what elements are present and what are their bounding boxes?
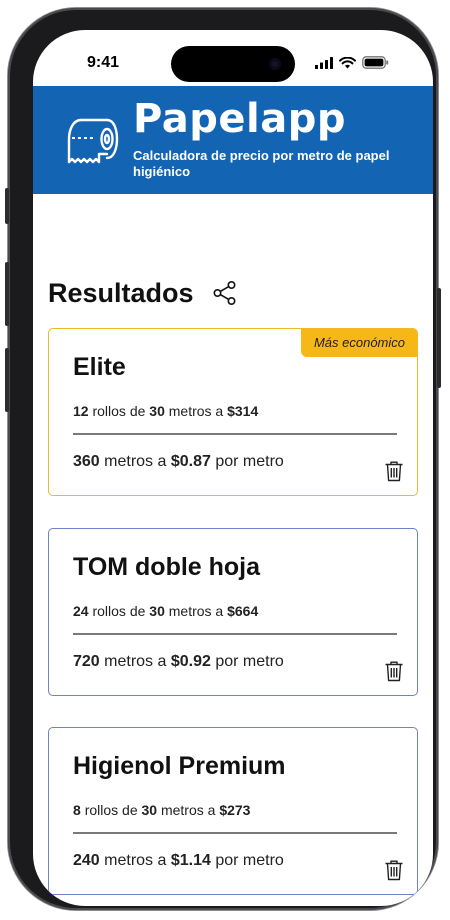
total-meters: 240 xyxy=(73,852,100,869)
pack-price: $273 xyxy=(219,802,251,818)
total-meters: 720 xyxy=(73,653,100,670)
cheapest-badge: Más económico xyxy=(300,329,417,357)
per-meter-label: por metro xyxy=(215,453,284,470)
meters-label: metros a xyxy=(104,852,167,869)
meters-at-label: metros a xyxy=(168,603,224,619)
volume-up-button xyxy=(5,262,9,326)
meters-at-label: metros a xyxy=(160,802,216,818)
pack-price: $664 xyxy=(227,603,259,619)
results-title: Resultados xyxy=(48,278,194,308)
price-per-meter: $0.87 xyxy=(170,453,211,470)
price-per-meter-line: 360 metros a $0.87 por metro xyxy=(73,453,284,471)
rolls-count: 24 xyxy=(73,603,89,619)
price-per-meter-line: 240 metros a $1.14 por metro xyxy=(73,852,284,870)
price-per-meter: $1.14 xyxy=(170,852,211,869)
action-button xyxy=(5,188,9,224)
product-name: Elite xyxy=(73,353,126,381)
rolls-label: rollos de xyxy=(84,802,138,818)
card-divider xyxy=(73,832,397,834)
rolls-label: rollos de xyxy=(92,603,146,619)
pack-details: 12 rollos de 30 metros a $314 xyxy=(73,403,258,419)
signal-icon xyxy=(315,56,333,69)
total-meters: 360 xyxy=(73,453,100,470)
meters-label: metros a xyxy=(104,653,167,670)
rolls-count: 12 xyxy=(73,403,89,419)
card-divider xyxy=(73,433,397,435)
volume-down-button xyxy=(5,348,9,412)
result-card: Más económico Elite 12 rollos de 30 metr… xyxy=(48,328,418,496)
toilet-paper-icon xyxy=(67,118,119,164)
share-icon[interactable] xyxy=(212,280,238,306)
trash-icon[interactable] xyxy=(384,859,404,881)
status-bar: 9:41 xyxy=(33,30,433,88)
app-subtitle: Calculadora de precio por metro de papel… xyxy=(133,148,390,179)
dynamic-island xyxy=(171,46,295,82)
pack-details: 24 rollos de 30 metros a $664 xyxy=(73,603,258,619)
product-name: TOM doble hoja xyxy=(73,553,261,581)
result-card: TOM doble hoja 24 rollos de 30 metros a … xyxy=(48,528,418,696)
trash-icon[interactable] xyxy=(384,460,404,482)
rolls-label: rollos de xyxy=(92,403,146,419)
wifi-icon xyxy=(339,56,356,68)
camera-icon xyxy=(269,58,281,70)
battery-icon xyxy=(362,56,389,69)
meters-per-roll: 30 xyxy=(149,603,165,619)
card-divider xyxy=(73,633,397,635)
status-time: 9:41 xyxy=(87,54,120,71)
trash-icon[interactable] xyxy=(384,660,404,682)
meters-at-label: metros a xyxy=(168,403,224,419)
meters-per-roll: 30 xyxy=(141,802,158,818)
price-per-meter: $0.92 xyxy=(170,653,211,670)
product-name: Higienol Premium xyxy=(73,752,286,780)
per-meter-label: por metro xyxy=(215,653,284,670)
rolls-count: 8 xyxy=(73,802,81,818)
power-button xyxy=(437,288,441,388)
result-card: Higienol Premium 8 rollos de 30 metros a… xyxy=(48,727,418,895)
pack-details: 8 rollos de 30 metros a $273 xyxy=(73,802,250,818)
meters-per-roll: 30 xyxy=(149,403,165,419)
price-per-meter-line: 720 metros a $0.92 por metro xyxy=(73,653,284,671)
app-title: Papelapp xyxy=(133,96,346,142)
phone-frame: 9:41 Papelapp Calculadora de precio por … xyxy=(5,8,441,910)
meters-label: metros a xyxy=(104,453,167,470)
status-icons xyxy=(315,56,389,69)
screen: 9:41 Papelapp Calculadora de precio por … xyxy=(33,30,433,906)
pack-price: $314 xyxy=(227,403,259,419)
per-meter-label: por metro xyxy=(215,852,284,869)
app-header: Papelapp Calculadora de precio por metro… xyxy=(33,86,433,194)
